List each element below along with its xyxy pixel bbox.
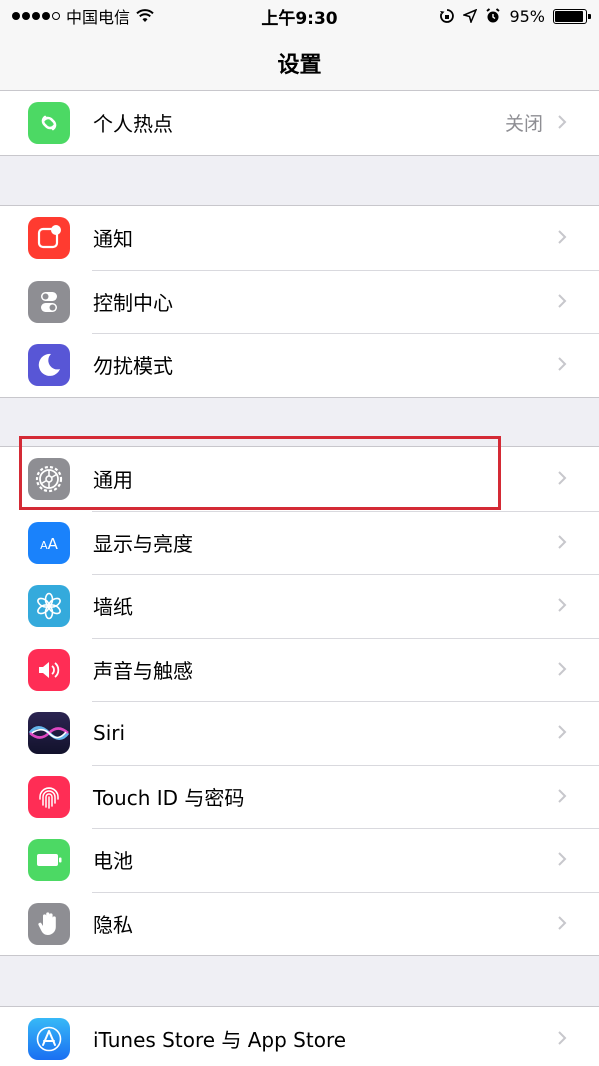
location-icon (463, 9, 478, 23)
settings-row-label: Siri (93, 720, 126, 745)
app-store-icon (28, 1018, 70, 1060)
settings-row-battery[interactable]: 电池 (0, 828, 599, 892)
chevron-right-icon (558, 852, 567, 866)
carrier-name: 中国电信 (66, 8, 131, 27)
settings-row-label: 控制中心 (93, 290, 173, 315)
settings-row-label: 勿扰模式 (93, 354, 173, 379)
chevron-right-icon (558, 915, 567, 930)
settings-row-itunes-app-store[interactable]: iTunes Store 与 App Store (0, 1007, 599, 1066)
settings-row-label: 电池 (93, 849, 133, 874)
chevron-right-icon (558, 471, 567, 485)
chevron-right-icon (558, 230, 567, 244)
fingerprint-icon (28, 775, 70, 818)
control-center-icon (28, 280, 70, 323)
svg-text:AA: AA (40, 535, 59, 553)
settings-row-display-brightness[interactable]: AA 显示与亮度 (0, 510, 599, 575)
settings-row-label: Touch ID 与密码 (93, 785, 245, 810)
battery-percent: 95% (509, 6, 545, 26)
status-left: 中国电信 (12, 4, 154, 28)
signal-strength-icon (12, 12, 60, 20)
settings-row-wallpaper[interactable]: 墙纸 (0, 574, 599, 638)
chevron-right-icon (558, 357, 567, 371)
wallpaper-icon (28, 585, 70, 627)
settings-row-siri[interactable]: Siri (0, 701, 599, 765)
settings-row-control-center[interactable]: 控制中心 (0, 269, 599, 334)
chevron-right-icon (558, 788, 567, 803)
wifi-icon (136, 9, 154, 22)
chevron-right-icon (558, 1031, 567, 1045)
moon-icon (28, 344, 70, 386)
page-title: 设置 (277, 52, 322, 78)
settings-group-stores: iTunes Store 与 App Store (0, 1006, 599, 1066)
settings-row-label: 通知 (93, 227, 133, 252)
settings-row-label: 声音与触感 (93, 658, 193, 683)
settings-row-label: 个人热点 (93, 112, 173, 137)
settings-row-do-not-disturb[interactable]: 勿扰模式 (0, 333, 599, 397)
status-right: 95% (439, 6, 591, 26)
hotspot-icon (28, 102, 70, 144)
status-bar: 中国电信 上午9:30 95% (0, 0, 599, 32)
settings-row-touch-id[interactable]: Touch ID 与密码 (0, 764, 599, 829)
settings-row-privacy[interactable]: 隐私 (0, 891, 599, 956)
battery-level-icon (553, 8, 591, 24)
settings-group-general: 通用 AA 显示与亮度 墙纸 声音与触感 Siri Touch ID 与密码 电… (0, 446, 599, 956)
siri-icon (28, 712, 70, 754)
settings-row-sounds-haptics[interactable]: 声音与触感 (0, 637, 599, 702)
settings-row-label: 显示与亮度 (93, 531, 193, 556)
chevron-right-icon (558, 725, 567, 739)
settings-row-personal-hotspot[interactable]: 个人热点 关闭 (0, 91, 599, 155)
settings-group-hotspot: 个人热点 关闭 (0, 90, 599, 156)
notifications-icon (28, 217, 70, 259)
settings-row-label: 隐私 (93, 912, 133, 937)
settings-row-value: 关闭 (504, 113, 543, 136)
navigation-bar: 设置 (0, 32, 599, 94)
chevron-right-icon (558, 293, 567, 308)
alarm-icon (486, 8, 501, 23)
settings-group-system: 通知 控制中心 勿扰模式 (0, 205, 599, 398)
highlight-box (19, 436, 501, 510)
settings-row-notifications[interactable]: 通知 (0, 206, 599, 270)
chevron-right-icon (558, 534, 567, 549)
chevron-right-icon (558, 115, 567, 129)
settings-row-label: iTunes Store 与 App Store (93, 1028, 347, 1053)
display-brightness-icon: AA (28, 521, 70, 564)
settings-row-label: 墙纸 (93, 595, 133, 620)
hand-icon (28, 902, 70, 945)
rotation-lock-icon (440, 9, 455, 23)
chevron-right-icon (558, 661, 567, 676)
battery-icon (28, 839, 70, 881)
speaker-icon (28, 648, 70, 691)
chevron-right-icon (558, 598, 567, 612)
